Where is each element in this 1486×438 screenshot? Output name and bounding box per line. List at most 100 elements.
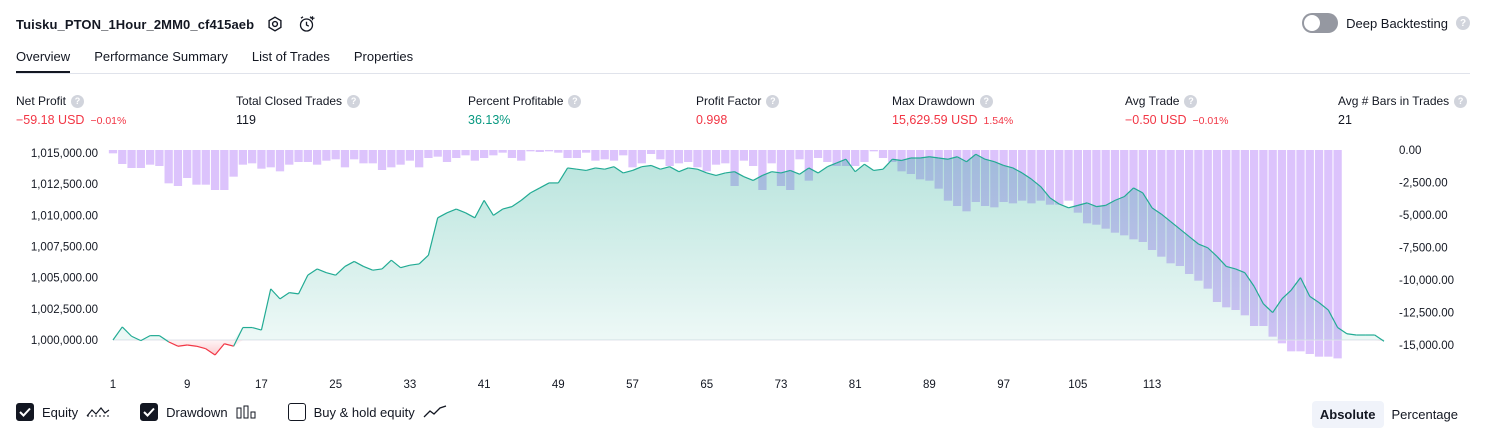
legend-label: Equity (42, 404, 79, 420)
drawdown-bar (767, 150, 776, 164)
y-left-tick-label: 1,012,500.00 (31, 179, 98, 191)
drawdown-bar (238, 150, 248, 165)
drawdown-bar (285, 150, 294, 165)
y-left-tick-label: 1,000,000.00 (31, 335, 98, 347)
x-tick-label: 57 (626, 379, 639, 391)
equity-drawdown-chart[interactable]: 1,015,000.00 1,012,500.00 1,010,000.00 1,00… (0, 140, 1486, 398)
info-icon[interactable]: ? (568, 94, 582, 108)
drawdown-bar (452, 150, 461, 158)
drawdown-bar (711, 150, 721, 165)
drawdown-bar (591, 150, 600, 161)
metric-percent-profitable: Percent Profitable? 36.13% (468, 93, 582, 127)
info-icon[interactable]: ? (347, 94, 361, 108)
drawdown-bar (674, 150, 684, 164)
metric-label: Max Drawdown (892, 94, 975, 108)
metric-avg-bars-in-trades: Avg # Bars in Trades? 21 (1338, 93, 1468, 127)
tab-properties[interactable]: Properties (354, 46, 413, 74)
metric-label: Percent Profitable (468, 94, 564, 108)
right-y-axis: 0.00 -2,500.00 -5,000.00 -7,500.00 -10,000.0… (1399, 145, 1454, 352)
drawdown-bar (572, 150, 582, 158)
x-axis: 1 9 17 25 33 41 49 57 65 73 81 89 97 105 113 (110, 379, 1161, 391)
legend-equity[interactable]: Equity (16, 403, 110, 421)
metric-value: 21 (1338, 113, 1352, 127)
drawdown-bars-icon (236, 405, 256, 419)
metric-total-closed-trades: Total Closed Trades? 119 (236, 93, 361, 127)
metric-label: Avg # Bars in Trades (1338, 94, 1450, 108)
tabs-divider (16, 73, 1470, 74)
drawdown-bar (693, 150, 702, 168)
absolute-button[interactable]: Absolute (1311, 401, 1384, 428)
drawdown-bar (470, 150, 479, 161)
equity-checkbox[interactable] (16, 403, 34, 421)
y-left-tick-label: 1,015,000.00 (31, 148, 98, 160)
drawdown-bar (136, 150, 145, 168)
settings-gear-icon[interactable] (264, 13, 286, 35)
drawdown-bar (359, 150, 368, 164)
drawdown-bar (656, 150, 665, 160)
deep-backtesting-toggle[interactable] (1302, 13, 1339, 33)
x-tick-label: 9 (184, 379, 190, 391)
add-alert-clock-icon[interactable] (296, 13, 318, 35)
y-left-tick-label: 1,002,500.00 (31, 304, 98, 316)
legend-label: Drawdown (166, 404, 228, 420)
drawdown-bar (544, 150, 554, 152)
drawdown-bar (526, 150, 535, 152)
info-icon[interactable]: ? (71, 94, 85, 108)
tab-performance-summary[interactable]: Performance Summary (94, 46, 228, 74)
info-icon[interactable]: ? (1454, 94, 1468, 108)
drawdown-bar (173, 150, 183, 186)
equity-line-icon (86, 407, 110, 417)
y-right-tick-label: -7,500.00 (1399, 243, 1448, 255)
info-icon[interactable]: ? (979, 94, 993, 108)
scale-mode-switch: Absolute Percentage (1311, 401, 1467, 428)
deep-backtesting-control: Deep Backtesting ? (1302, 13, 1470, 33)
equity-area-loss (113, 340, 1384, 355)
tab-list-of-trades[interactable]: List of Trades (252, 46, 330, 74)
drawdown-bar (869, 150, 878, 152)
drawdown-checkbox[interactable] (140, 403, 159, 421)
x-tick-label: 25 (329, 379, 342, 391)
drawdown-bar (461, 150, 470, 156)
drawdown-bar (303, 150, 312, 162)
buy-hold-checkbox[interactable] (287, 403, 306, 421)
metric-label: Profit Factor (696, 94, 762, 108)
help-icon[interactable]: ? (1456, 16, 1470, 30)
percentage-button[interactable]: Percentage (1384, 401, 1467, 428)
drawdown-bar (275, 150, 285, 172)
legend-drawdown[interactable]: Drawdown (140, 403, 257, 421)
info-icon[interactable]: ? (766, 94, 780, 108)
x-tick-label: 105 (1068, 379, 1087, 391)
tab-overview[interactable]: Overview (16, 46, 71, 74)
x-tick-label: 97 (997, 379, 1010, 391)
drawdown-bar (535, 150, 544, 152)
drawdown-bar (851, 150, 860, 166)
legend-buy-hold[interactable]: Buy & hold equity (287, 403, 447, 421)
metric-value: 36.13% (468, 113, 511, 127)
chart-legend: Equity Drawdown Buy & hold equity (16, 403, 477, 421)
drawdown-bar (248, 150, 257, 164)
drawdown-bar (155, 150, 164, 166)
drawdown-bar (619, 150, 628, 156)
drawdown-bar (424, 150, 433, 158)
metric-percent: −0.01% (90, 115, 127, 127)
metric-value: 119 (236, 113, 256, 127)
x-tick-label: 17 (255, 379, 268, 391)
drawdown-bar (878, 150, 888, 158)
y-right-tick-label: -2,500.00 (1399, 178, 1448, 190)
drawdown-bar (442, 150, 452, 162)
drawdown-bar (684, 150, 693, 162)
metric-value: 0.998 (696, 113, 728, 127)
drawdown-bar (433, 150, 442, 157)
drawdown-bar (1064, 150, 1073, 201)
y-right-tick-label: -5,000.00 (1399, 210, 1448, 222)
info-icon[interactable]: ? (1184, 94, 1198, 108)
y-right-tick-label: 0.00 (1399, 145, 1421, 157)
metric-max-drawdown: Max Drawdown? 15,629.59 USD 1.54% (892, 93, 1013, 127)
metric-percent: 1.54% (983, 115, 1014, 127)
x-tick-label: 73 (775, 379, 788, 391)
drawdown-bar (145, 150, 155, 165)
legend-label: Buy & hold equity (313, 404, 415, 420)
x-tick-label: 65 (700, 379, 713, 391)
drawdown-bar (118, 150, 127, 164)
metric-label: Avg Trade (1125, 94, 1180, 108)
